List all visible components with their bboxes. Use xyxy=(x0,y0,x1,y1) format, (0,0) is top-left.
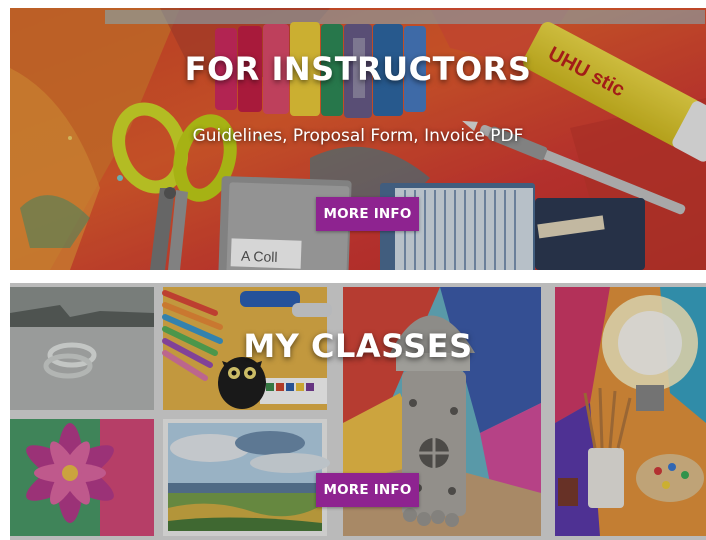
classes-banner[interactable]: MY CLASSES MORE INFO xyxy=(10,283,706,540)
instructors-title: FOR INSTRUCTORS xyxy=(184,50,532,88)
page: UHU stic A Coll FOR INSTRUCTORS Guidelin… xyxy=(0,0,706,540)
instructors-subtitle: Guidelines, Proposal Form, Invoice PDF xyxy=(192,126,524,146)
classes-more-info-button[interactable]: MORE INFO xyxy=(316,473,419,507)
instructors-more-info-button[interactable]: MORE INFO xyxy=(316,197,419,231)
instructors-banner[interactable]: UHU stic A Coll FOR INSTRUCTORS Guidelin… xyxy=(10,8,706,270)
classes-title: MY CLASSES xyxy=(243,327,473,365)
